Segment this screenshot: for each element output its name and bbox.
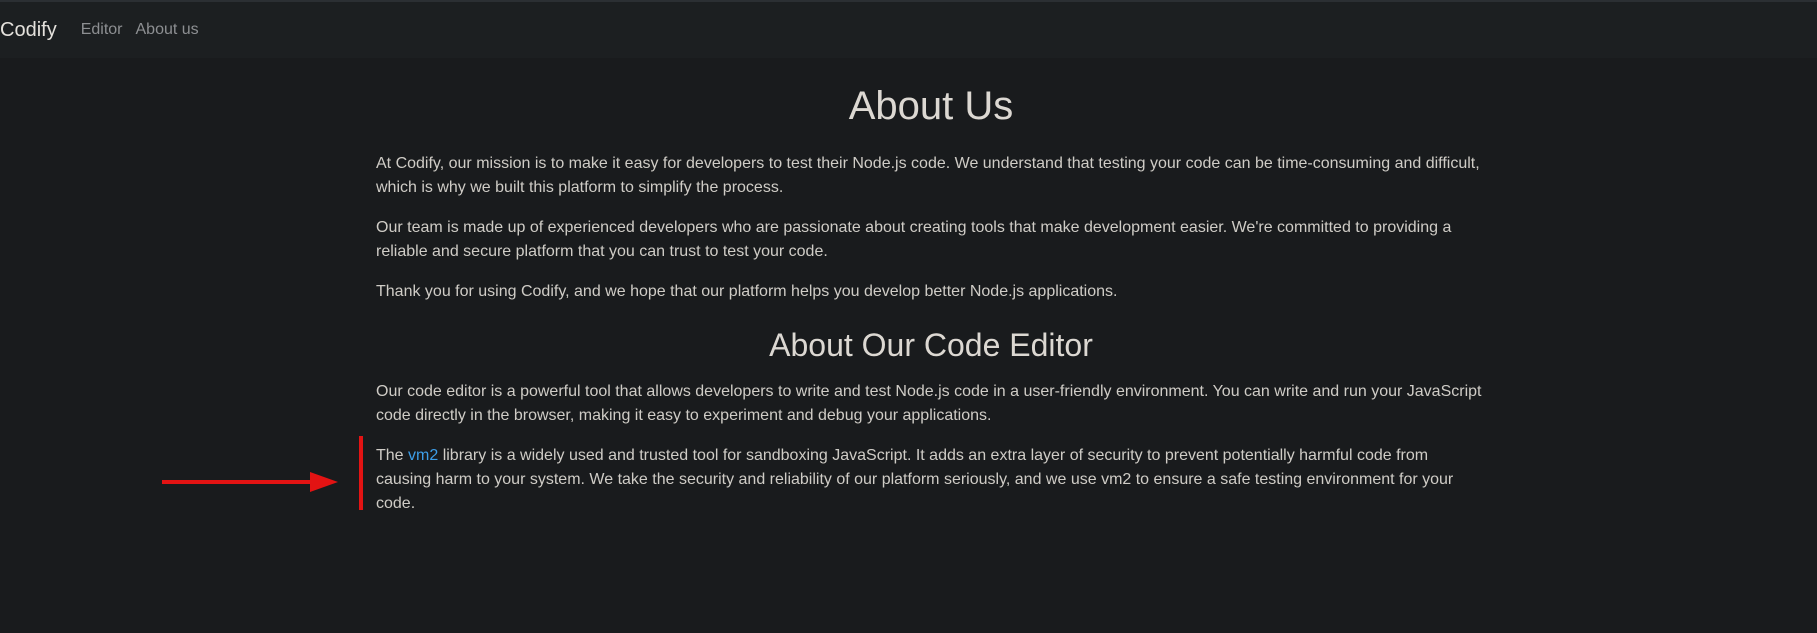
- brand-link[interactable]: Codify: [0, 19, 57, 42]
- vm2-highlight: The vm2 library is a widely used and tru…: [359, 436, 1486, 516]
- page-title: About Us: [848, 84, 1014, 128]
- vm2-suffix: library is a widely used and trusted too…: [376, 447, 1454, 513]
- nav-link-editor[interactable]: Editor: [81, 21, 123, 39]
- navbar: Codify Editor About us: [0, 2, 1817, 58]
- editor-section-title: About Our Code Editor: [769, 327, 1093, 363]
- vm2-paragraph: The vm2 library is a widely used and tru…: [376, 444, 1486, 516]
- about-paragraph-team: Our team is made up of experienced devel…: [376, 219, 1452, 260]
- nav-link-about-us[interactable]: About us: [136, 21, 199, 39]
- arrow-right-icon: [162, 472, 338, 492]
- editor-paragraph: Our code editor is a powerful tool that …: [376, 383, 1482, 425]
- main-content: About Us At Codify, our mission is to ma…: [359, 58, 1486, 532]
- about-paragraph-thanks: Thank you for using Codify, and we hope …: [376, 283, 1118, 300]
- annotation-bar: [359, 436, 363, 511]
- vm2-prefix: The: [376, 447, 409, 465]
- about-paragraph-mission: At Codify, our mission is to make it eas…: [376, 155, 1480, 196]
- vm2-link[interactable]: vm2: [408, 447, 438, 464]
